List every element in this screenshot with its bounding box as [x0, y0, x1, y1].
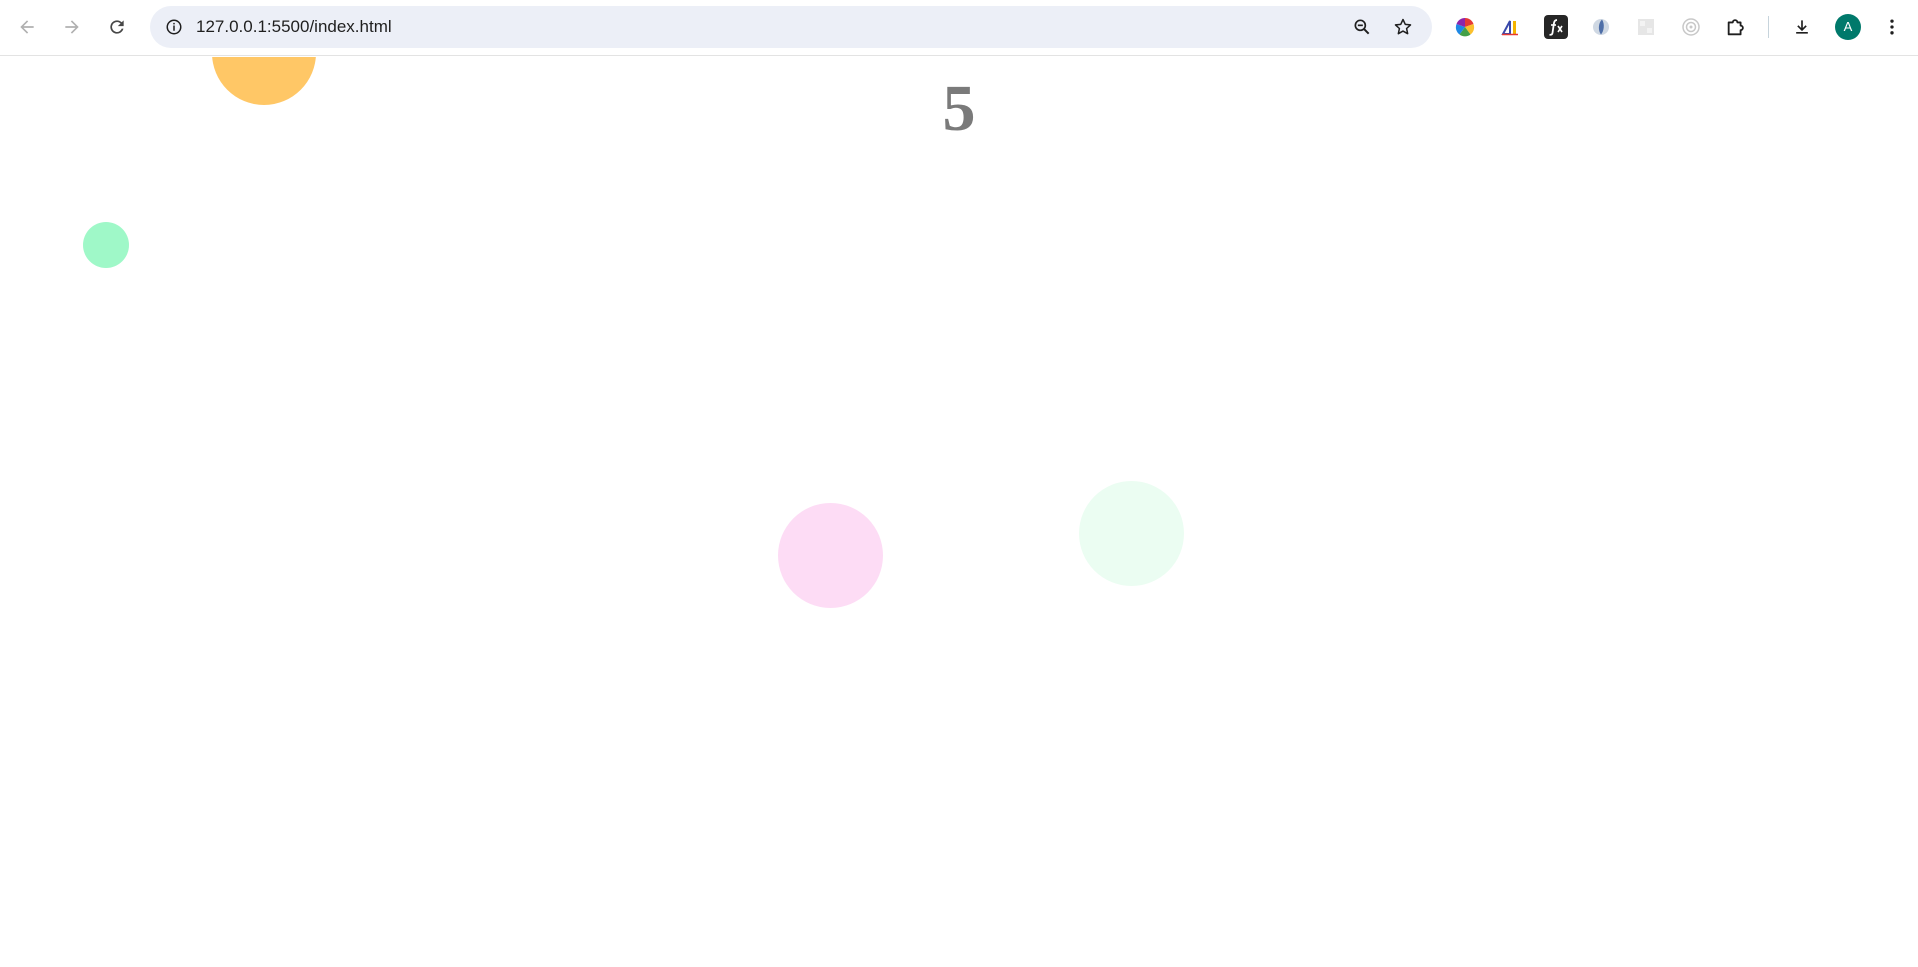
globe-extension-icon: [1593, 19, 1609, 35]
address-bar[interactable]: 127.0.0.1:5500/index.html: [150, 6, 1432, 48]
color-wheel-extension-icon: [1455, 17, 1475, 37]
arrow-right-icon: [65, 20, 79, 34]
arrow-left-icon: [20, 20, 34, 34]
ruler-extension-button[interactable]: [1498, 15, 1522, 39]
grid-extension-icon: [1638, 19, 1654, 35]
reload-button[interactable]: [99, 9, 135, 45]
fx-extension-icon: [1549, 19, 1563, 36]
target-extension-button[interactable]: [1679, 15, 1703, 39]
forward-button[interactable]: [54, 9, 90, 45]
extensions-button[interactable]: [1724, 15, 1748, 39]
reload-icon: [110, 20, 124, 34]
page-viewport: 5: [0, 57, 1918, 967]
browser-menu-button[interactable]: [1874, 9, 1910, 45]
bubble-green-small[interactable]: [83, 222, 129, 268]
grid-extension-button[interactable]: [1634, 15, 1658, 39]
url-text[interactable]: 127.0.0.1:5500/index.html: [196, 6, 392, 48]
kebab-menu-icon: [1890, 19, 1894, 35]
site-info-button[interactable]: [158, 11, 190, 43]
profile-avatar[interactable]: A: [1835, 14, 1861, 40]
globe-extension-button[interactable]: [1589, 15, 1613, 39]
puzzle-icon: [1727, 19, 1744, 36]
bookmark-button[interactable]: [1387, 11, 1419, 43]
ruler-extension-icon: [1501, 20, 1518, 36]
star-icon: [1394, 18, 1412, 35]
download-icon: [1796, 20, 1808, 34]
back-button[interactable]: [9, 9, 45, 45]
zoom-out-icon: [1354, 19, 1370, 35]
target-extension-icon: [1682, 18, 1700, 36]
fx-extension-button[interactable]: [1544, 15, 1568, 39]
zoom-button[interactable]: [1346, 11, 1378, 43]
downloads-button[interactable]: [1784, 9, 1820, 45]
browser-toolbar: 127.0.0.1:5500/index.html A: [0, 0, 1918, 56]
toolbar-divider: [1768, 16, 1769, 38]
bubble-mint[interactable]: [1079, 481, 1184, 586]
info-icon: [166, 19, 182, 35]
bubble-pink[interactable]: [778, 503, 883, 608]
color-wheel-extension-button[interactable]: [1453, 15, 1477, 39]
